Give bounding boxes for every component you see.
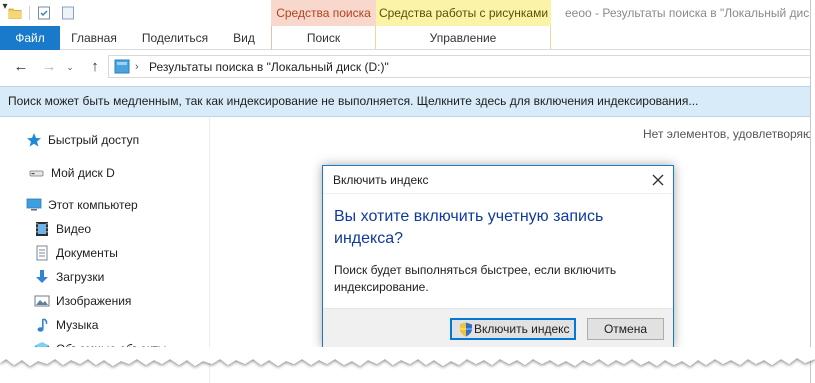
dialog-message: Поиск будет выполняться быстрее, если вк… [334, 263, 617, 294]
info-bar-text: Поиск может быть медленным, так как инде… [8, 94, 699, 108]
forward-arrow-icon[interactable]: → [40, 58, 58, 76]
chevron-down-icon[interactable]: ⌄ [64, 58, 76, 76]
properties-icon[interactable] [37, 6, 51, 20]
tab-manage[interactable]: Управление [376, 26, 551, 50]
documents-icon [36, 245, 48, 261]
navigation-pane: Быстрый доступ Мой диск D Этот компьютер [0, 117, 210, 383]
context-group-search-label: Средства поиска [276, 6, 371, 20]
close-icon [652, 174, 664, 186]
sidebar-item-label: Загрузки [56, 270, 105, 284]
folder-icon[interactable] [8, 6, 22, 20]
star-icon [27, 133, 41, 147]
torn-edge-decoration [0, 347, 815, 366]
sidebar-item-label: Этот компьютер [48, 198, 138, 212]
video-icon [36, 222, 48, 236]
context-group-picture-label: Средства работы с рисунками [378, 6, 549, 20]
music-icon [37, 318, 48, 332]
drive-icon [29, 170, 44, 177]
dialog-heading: Вы хотите включить учетную запись индекс… [334, 208, 604, 247]
downloads-icon [36, 270, 48, 283]
close-button[interactable] [643, 166, 673, 194]
computer-icon [26, 198, 42, 211]
up-arrow-icon[interactable]: ↑ [86, 58, 104, 76]
context-group-search: Средства поиска [271, 0, 376, 26]
tab-view[interactable]: Вид [218, 26, 270, 50]
search-results-folder-icon [114, 59, 130, 74]
sidebar-item-label: Быстрый доступ [48, 133, 140, 147]
dialog-footer: Включить индекс Отмена [323, 308, 673, 347]
dialog-title: Включить индекс [333, 173, 429, 187]
cancel-button[interactable]: Отмена [587, 318, 664, 340]
tab-share[interactable]: Поделиться [132, 26, 218, 50]
title-bar: ▾ Средства поиска Средства работы с рису… [0, 0, 811, 26]
new-folder-icon[interactable] [61, 6, 75, 20]
dialog-title-bar: Включить индекс [323, 166, 673, 194]
enable-index-button-label: Включить индекс [474, 322, 570, 336]
window-title: eeoo - Результаты поиска в "Локальный ди… [565, 6, 811, 20]
navigation-bar: ← → ⌄ ↑ › Результаты поиска в "Локальный… [0, 50, 810, 84]
enable-index-button[interactable]: Включить индекс [450, 318, 576, 340]
back-arrow-icon[interactable]: ← [12, 58, 30, 76]
context-group-picture: Средства работы с рисунками [376, 0, 551, 26]
tab-search[interactable]: Поиск [271, 26, 376, 50]
breadcrumb-chevron-icon[interactable]: › [135, 58, 139, 76]
indexing-info-bar[interactable]: Поиск может быть медленным, так как инде… [0, 86, 810, 117]
ribbon-tabs: Файл Главная Поделиться Вид Поиск Управл… [0, 26, 810, 50]
sidebar-item-label: Музыка [56, 318, 99, 332]
sidebar-item-label: Документы [56, 246, 118, 260]
sidebar-item-label: Видео [56, 222, 92, 236]
sidebar-item-label: Изображения [56, 294, 132, 308]
empty-results-text: Нет элементов, удовлетворяю [643, 127, 811, 141]
tab-file[interactable]: Файл [0, 26, 60, 50]
address-bar[interactable]: › Результаты поиска в "Локальный диск (D… [108, 55, 810, 78]
sidebar-item-label: Мой диск D [51, 166, 115, 180]
toolbar-separator [29, 6, 30, 20]
address-path: Результаты поиска в "Локальный диск (D:)… [149, 60, 389, 74]
enable-index-dialog: Включить индекс Вы хотите включить учетн… [322, 165, 674, 348]
tab-home[interactable]: Главная [60, 26, 128, 50]
pictures-icon [34, 295, 50, 307]
uac-shield-icon [460, 322, 472, 337]
